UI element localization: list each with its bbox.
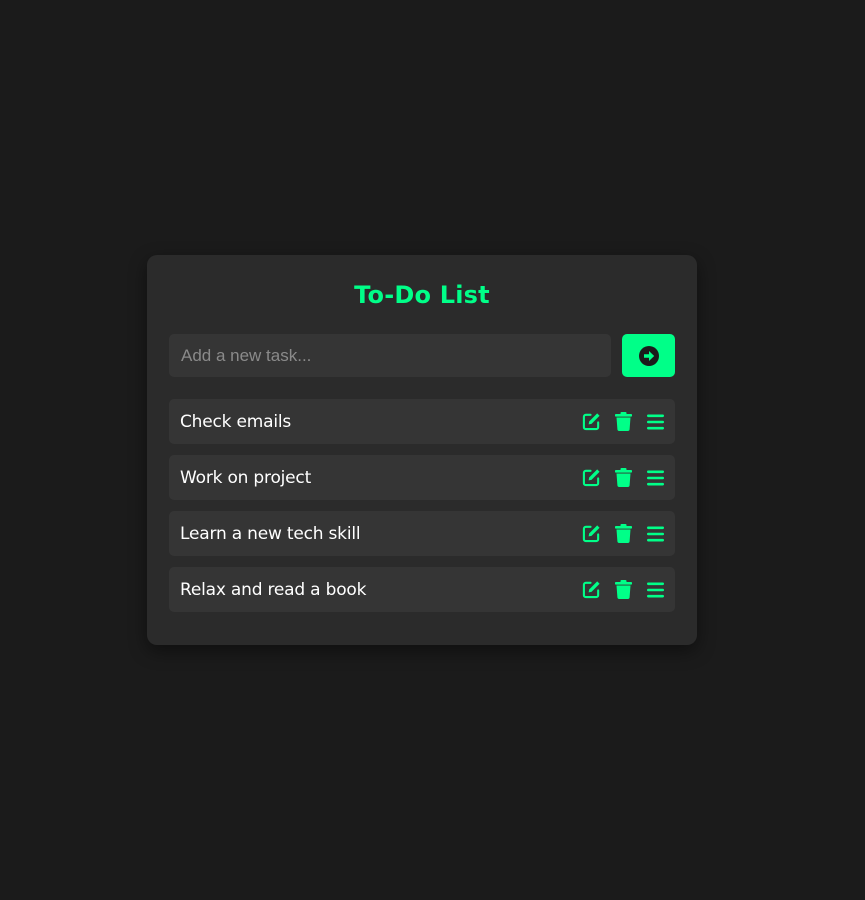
drag-handle[interactable] (645, 412, 665, 432)
task-text: Learn a new tech skill (180, 523, 361, 544)
drag-handle-icon (646, 526, 664, 541)
trash-icon (614, 412, 632, 431)
task-item: Relax and read a book (169, 567, 675, 612)
drag-handle[interactable] (645, 580, 665, 600)
task-item: Learn a new tech skill (169, 511, 675, 556)
edit-button[interactable] (581, 580, 601, 600)
delete-button[interactable] (613, 524, 633, 544)
task-actions (581, 468, 665, 488)
edit-icon (582, 581, 600, 599)
drag-handle-icon (646, 470, 664, 485)
new-task-input[interactable] (169, 334, 611, 377)
trash-icon (614, 580, 632, 599)
trash-icon (614, 524, 632, 543)
task-text: Check emails (180, 411, 292, 432)
edit-icon (582, 469, 600, 487)
edit-button[interactable] (581, 412, 601, 432)
edit-button[interactable] (581, 468, 601, 488)
task-item: Work on project (169, 455, 675, 500)
trash-icon (614, 468, 632, 487)
task-actions (581, 412, 665, 432)
task-actions (581, 524, 665, 544)
task-item: Check emails (169, 399, 675, 444)
edit-button[interactable] (581, 524, 601, 544)
drag-handle-icon (646, 582, 664, 597)
task-text: Relax and read a book (180, 579, 367, 600)
task-list: Check emails Work on project Learn a new… (169, 399, 675, 612)
drag-handle[interactable] (645, 468, 665, 488)
delete-button[interactable] (613, 412, 633, 432)
delete-button[interactable] (613, 580, 633, 600)
edit-icon (582, 525, 600, 543)
drag-handle[interactable] (645, 524, 665, 544)
task-actions (581, 580, 665, 600)
delete-button[interactable] (613, 468, 633, 488)
drag-handle-icon (646, 414, 664, 429)
task-text: Work on project (180, 467, 312, 488)
todo-card: To-Do List Check emails (147, 255, 697, 645)
arrow-circle-right-icon (638, 345, 659, 366)
add-task-row (169, 334, 675, 377)
add-task-button[interactable] (622, 334, 675, 377)
page-title: To-Do List (354, 281, 490, 309)
edit-icon (582, 413, 600, 431)
